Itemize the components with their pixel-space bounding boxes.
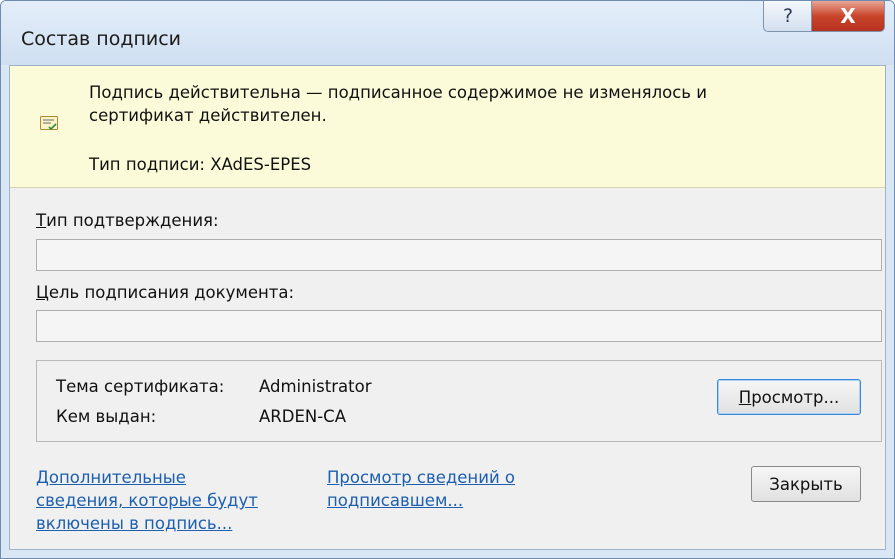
view-button-accesskey: П <box>738 387 752 407</box>
title-bar[interactable]: Состав подписи ? X <box>1 1 894 65</box>
signature-valid-icon <box>40 116 58 131</box>
signer-info-link[interactable]: Просмотр сведений о подписавшем... <box>327 466 515 512</box>
certificate-subject-label: Тема сертификата: <box>56 377 225 396</box>
view-button-label: росмотр... <box>751 387 840 407</box>
commitment-type-label: Тип подтверждения: <box>36 211 219 230</box>
window-close-button[interactable]: X <box>811 1 885 32</box>
commitment-type-field[interactable] <box>36 239 882 271</box>
signer-info-link-line-2: подписавшем... <box>327 491 464 510</box>
dialog-body: Подпись действительна — подписанное соде… <box>9 65 886 550</box>
certificate-issuer-value: ARDEN-CA <box>259 407 346 426</box>
commitment-type-accesskey: Т <box>36 211 47 230</box>
status-message-line-2: сертификат действителен. <box>89 106 327 125</box>
signing-purpose-accesskey: Ц <box>36 283 49 302</box>
close-icon: X <box>840 4 856 28</box>
window-title: Состав подписи <box>21 28 182 50</box>
signing-purpose-label-text: ель подписания документа: <box>48 283 295 302</box>
commitment-type-label-text: ип подтверждения: <box>46 211 219 230</box>
certificate-info-group: Тема сертификата: Administrator Кем выда… <box>36 360 882 442</box>
additional-info-link-line-2: сведения, которые будут <box>36 491 258 510</box>
signer-info-link-line-1: Просмотр сведений о <box>327 468 516 487</box>
additional-info-link-line-1: Дополнительные <box>36 468 186 487</box>
additional-info-link-line-3: включены в подпись... <box>36 514 233 533</box>
additional-info-link[interactable]: Дополнительные сведения, которые будут в… <box>36 466 258 535</box>
signature-status-message: Подпись действительна — подписанное соде… <box>89 81 707 127</box>
status-message-line-1: Подпись действительна — подписанное соде… <box>89 83 707 102</box>
certificate-issuer-label: Кем выдан: <box>56 407 157 426</box>
signature-details-dialog: Состав подписи ? X Подпись действительна… <box>0 0 895 559</box>
signing-purpose-field[interactable] <box>36 310 882 342</box>
help-button[interactable]: ? <box>763 1 813 32</box>
signature-type-label: Тип подписи: XAdES-EPES <box>89 155 312 174</box>
certificate-subject-value: Administrator <box>259 377 372 396</box>
view-certificate-button[interactable]: Просмотр... <box>717 379 861 415</box>
signing-purpose-label: Цель подписания документа: <box>36 283 294 302</box>
question-mark-icon: ? <box>782 5 794 27</box>
close-button[interactable]: Закрыть <box>751 466 861 502</box>
signature-status-banner: Подпись действительна — подписанное соде… <box>10 66 885 188</box>
